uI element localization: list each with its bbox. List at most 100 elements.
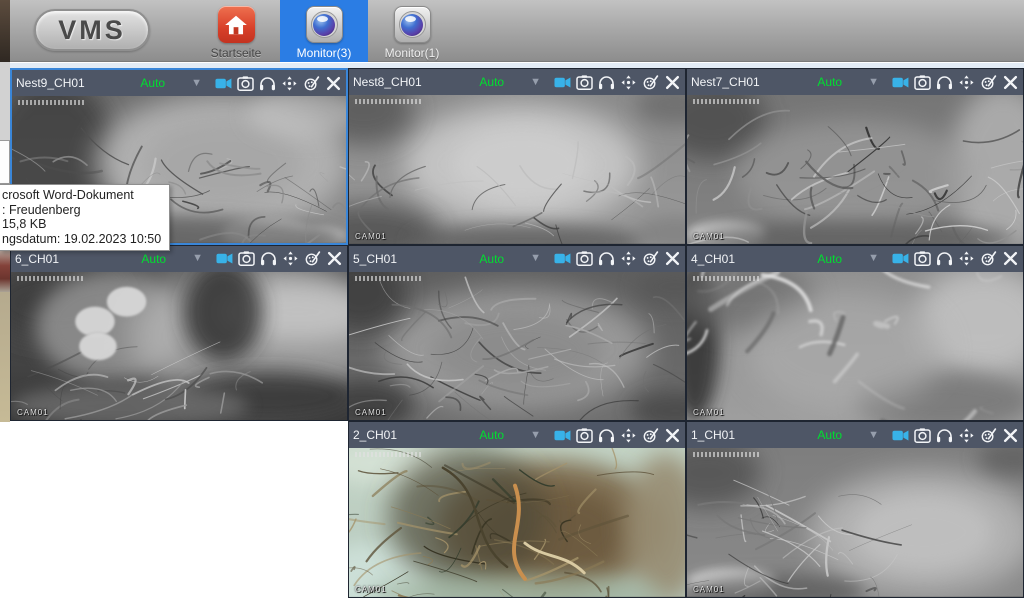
tab-monitor-3-[interactable]: Monitor(3) (280, 0, 368, 62)
camera-controls (891, 251, 1019, 267)
vms-window: VMS Startseite Monitor(3) Monitor(1) (0, 0, 1024, 598)
camera-header: 4_CH01 Auto ▼ (687, 246, 1023, 272)
video-stream-icon[interactable] (891, 74, 909, 90)
snapshot-icon[interactable] (237, 251, 255, 267)
camera-video[interactable]: CAM01 (349, 448, 685, 597)
camera-video[interactable]: CAM01 (349, 272, 685, 421)
close-icon[interactable] (663, 427, 681, 443)
snapshot-icon[interactable] (575, 74, 593, 90)
ptz-pan-icon[interactable] (957, 74, 975, 90)
video-stream-icon[interactable] (215, 251, 233, 267)
audio-headphones-icon[interactable] (935, 251, 953, 267)
tooltip-line-type: crosoft Word-Dokument (2, 188, 163, 203)
close-icon[interactable] (1001, 427, 1019, 443)
ptz-pan-icon[interactable] (619, 251, 637, 267)
ptz-pan-icon[interactable] (957, 251, 975, 267)
close-icon[interactable] (663, 74, 681, 90)
camera-controls (553, 251, 681, 267)
osd-camera-label: CAM01 (693, 408, 725, 417)
tab-startseite[interactable]: Startseite (192, 0, 280, 62)
dropdown-triangle-icon[interactable]: ▼ (530, 77, 541, 88)
file-tooltip: crosoft Word-Dokument : Freudenberg 15,8… (0, 184, 170, 251)
video-stream-icon[interactable] (553, 74, 571, 90)
snapshot-icon[interactable] (913, 251, 931, 267)
camera-name: Nest7_CH01 (691, 75, 803, 89)
snapshot-icon[interactable] (913, 427, 931, 443)
camera-cell-5_CH01[interactable]: 5_CH01 Auto ▼ (348, 245, 686, 422)
stream-mode-label: Auto (140, 76, 165, 90)
snapshot-icon[interactable] (913, 74, 931, 90)
camera-header: Nest9_CH01 Auto ▼ (12, 70, 346, 96)
video-stream-icon[interactable] (891, 427, 909, 443)
video-stream-icon[interactable] (553, 427, 571, 443)
color-palette-icon[interactable] (302, 75, 320, 91)
snapshot-icon[interactable] (236, 75, 254, 91)
close-icon[interactable] (1001, 251, 1019, 267)
dropdown-triangle-icon[interactable]: ▼ (868, 77, 879, 88)
dropdown-triangle-icon[interactable]: ▼ (192, 253, 203, 264)
color-palette-icon[interactable] (979, 251, 997, 267)
audio-headphones-icon[interactable] (935, 427, 953, 443)
background-blank-sliver (0, 422, 10, 598)
close-icon[interactable] (324, 75, 342, 91)
toolbar-tabs: Startseite Monitor(3) Monitor(1) (192, 0, 456, 62)
camera-video[interactable]: CAM01 (687, 448, 1023, 597)
dropdown-triangle-icon[interactable]: ▼ (868, 430, 879, 441)
ptz-pan-icon[interactable] (957, 427, 975, 443)
camera-cell-Nest7_CH01[interactable]: Nest7_CH01 Auto ▼ (686, 68, 1024, 245)
dropdown-triangle-icon[interactable]: ▼ (191, 78, 202, 89)
dropdown-triangle-icon[interactable]: ▼ (868, 253, 879, 264)
camera-cell-1_CH01[interactable]: 1_CH01 Auto ▼ (686, 421, 1024, 598)
camera-header: Nest7_CH01 Auto ▼ (687, 69, 1023, 95)
camera-cell-4_CH01[interactable]: 4_CH01 Auto ▼ (686, 245, 1024, 422)
audio-headphones-icon[interactable] (258, 75, 276, 91)
dropdown-triangle-icon[interactable]: ▼ (530, 430, 541, 441)
video-stream-icon[interactable] (553, 251, 571, 267)
close-icon[interactable] (325, 251, 343, 267)
close-icon[interactable] (1001, 74, 1019, 90)
ptz-pan-icon[interactable] (619, 427, 637, 443)
close-icon[interactable] (663, 251, 681, 267)
tooltip-line-author: : Freudenberg (2, 203, 163, 218)
osd-camera-label: CAM01 (693, 232, 725, 241)
main-toolbar: VMS Startseite Monitor(3) Monitor(1) (10, 0, 1024, 62)
camera-video[interactable]: CAM01 (687, 95, 1023, 244)
snapshot-icon[interactable] (575, 427, 593, 443)
audio-headphones-icon[interactable] (597, 251, 615, 267)
camera-cell-2_CH01[interactable]: 2_CH01 Auto ▼ (348, 421, 686, 598)
color-palette-icon[interactable] (979, 427, 997, 443)
osd-camera-label: CAM01 (355, 232, 387, 241)
stream-mode-label: Auto (141, 252, 166, 266)
audio-headphones-icon[interactable] (935, 74, 953, 90)
color-palette-icon[interactable] (641, 74, 659, 90)
color-palette-icon[interactable] (641, 427, 659, 443)
background-pane-sliver (0, 62, 10, 140)
camera-header: Nest8_CH01 Auto ▼ (349, 69, 685, 95)
camera-video[interactable]: CAM01 (11, 272, 347, 421)
ptz-pan-icon[interactable] (281, 251, 299, 267)
snapshot-icon[interactable] (575, 251, 593, 267)
camera-video[interactable]: CAM01 (687, 272, 1023, 421)
tab-monitor-1-[interactable]: Monitor(1) (368, 0, 456, 62)
color-palette-icon[interactable] (641, 251, 659, 267)
camera-name: 4_CH01 (691, 252, 803, 266)
camera-cell-Nest8_CH01[interactable]: Nest8_CH01 Auto ▼ (348, 68, 686, 245)
background-photo-sliver (0, 292, 10, 422)
ptz-pan-icon[interactable] (619, 74, 637, 90)
audio-headphones-icon[interactable] (597, 74, 615, 90)
osd-timestamp (18, 100, 86, 105)
audio-headphones-icon[interactable] (597, 427, 615, 443)
osd-timestamp (17, 276, 85, 281)
color-palette-icon[interactable] (979, 74, 997, 90)
color-palette-icon[interactable] (303, 251, 321, 267)
audio-headphones-icon[interactable] (259, 251, 277, 267)
video-stream-icon[interactable] (214, 75, 232, 91)
camera-video[interactable]: CAM01 (349, 95, 685, 244)
camera-cell-6_CH01[interactable]: 6_CH01 Auto ▼ (10, 245, 348, 422)
camera-header: 2_CH01 Auto ▼ (349, 422, 685, 448)
ptz-pan-icon[interactable] (280, 75, 298, 91)
stream-mode-label: Auto (817, 252, 842, 266)
camera-header: 5_CH01 Auto ▼ (349, 246, 685, 272)
video-stream-icon[interactable] (891, 251, 909, 267)
dropdown-triangle-icon[interactable]: ▼ (530, 253, 541, 264)
